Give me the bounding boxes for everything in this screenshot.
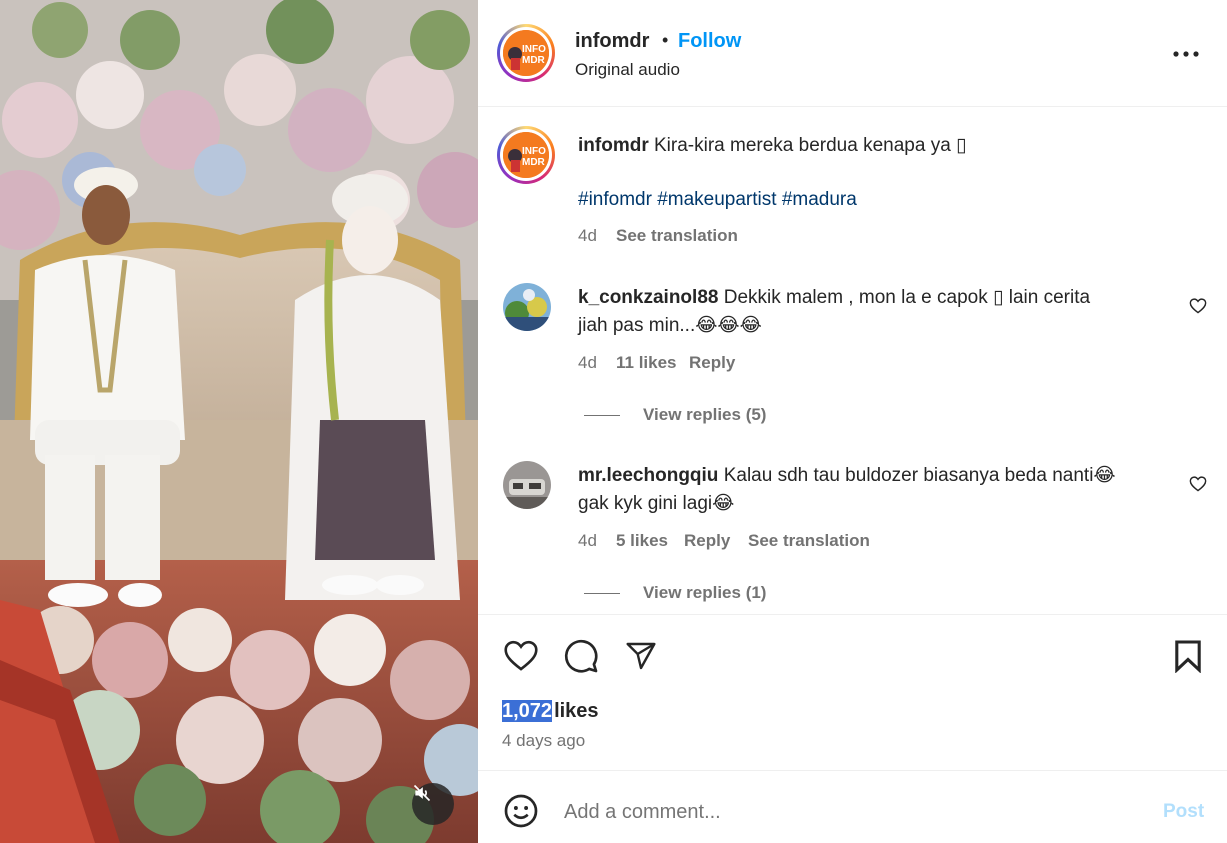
caption-hashtags: #infomdr #makeupartist #madura — [578, 189, 857, 211]
post-media-video[interactable] — [0, 0, 478, 843]
replies-divider-line — [584, 415, 620, 416]
comment-button[interactable] — [560, 636, 602, 676]
infomdr-logo: INFO MDR — [503, 132, 549, 178]
replies-divider-line — [584, 593, 620, 594]
logo-text-bottom: MDR — [522, 55, 546, 66]
comment-text-row: k_conkzainol88 Dekkik malem , mon la e c… — [578, 286, 1090, 309]
post-date[interactable]: 4 days ago — [502, 731, 585, 751]
comment-text-row: mr.leechongqiu Kalau sdh tau buldozer bi… — [578, 464, 1116, 487]
hashtag-link[interactable]: #madura — [782, 189, 857, 210]
comments-divider — [478, 614, 1227, 615]
header-divider — [478, 106, 1227, 107]
heart-icon — [1189, 298, 1207, 314]
comment-see-translation[interactable]: See translation — [748, 531, 870, 551]
save-button[interactable] — [1168, 636, 1208, 676]
infomdr-logo: INFO MDR — [503, 30, 549, 76]
heart-icon — [1189, 476, 1207, 492]
comment-like-button[interactable] — [1186, 472, 1210, 496]
comment-text: Dekkik malem , mon la e capok ▯ lain cer… — [723, 287, 1091, 308]
comment-like-button[interactable] — [1186, 294, 1210, 318]
comment-likes-count[interactable]: 5 likes — [616, 531, 668, 551]
logo-text-top: INFO — [522, 146, 546, 157]
emoji-button[interactable] — [500, 790, 542, 832]
comment-likes-count[interactable]: 11 likes — [616, 353, 677, 373]
header-dot-separator: • — [662, 30, 669, 50]
view-replies-button[interactable]: View replies (5) — [643, 405, 766, 425]
caption-author-avatar[interactable]: INFO MDR — [497, 126, 555, 184]
follow-button[interactable]: Follow — [678, 30, 741, 53]
caption-see-translation[interactable]: See translation — [616, 226, 738, 246]
author-avatar[interactable]: INFO MDR — [497, 24, 555, 82]
heart-icon — [504, 640, 538, 671]
muted-speaker-icon — [413, 784, 431, 802]
comment-username[interactable]: k_conkzainol88 — [578, 287, 718, 308]
comment-icon — [564, 639, 598, 673]
likes-summary[interactable]: 1,072 likes — [502, 700, 599, 723]
hashtag-link[interactable]: #infomdr — [578, 189, 652, 210]
view-replies-button[interactable]: View replies (1) — [643, 583, 766, 603]
mute-toggle-button[interactable] — [412, 783, 454, 825]
caption-timestamp[interactable]: 4d — [578, 226, 597, 246]
comment-text-continued: gak kyk gini lagi😂 — [578, 493, 735, 514]
likes-label: likes — [554, 700, 599, 722]
caption-text-row: infomdr Kira-kira mereka berdua kenapa y… — [578, 134, 967, 157]
audio-label[interactable]: Original audio — [575, 60, 680, 80]
bookmark-icon — [1175, 640, 1201, 673]
comment-input[interactable] — [562, 795, 1126, 829]
send-icon — [626, 642, 656, 670]
logo-text-top: INFO — [522, 44, 546, 55]
composer-divider — [478, 770, 1227, 771]
author-username[interactable]: infomdr — [575, 30, 649, 53]
comment-timestamp[interactable]: 4d — [578, 531, 597, 551]
like-button[interactable] — [500, 636, 542, 676]
comment-text-continued: jiah pas min...😂😂😂 — [578, 315, 762, 336]
video-frame-illustration — [0, 0, 478, 843]
likes-count[interactable]: 1,072 — [502, 700, 553, 722]
comment-username[interactable]: mr.leechongqiu — [578, 465, 718, 486]
more-horizontal-icon — [1173, 51, 1199, 57]
smiley-icon — [504, 794, 538, 828]
logo-text-bottom: MDR — [522, 157, 546, 168]
comment-reply-button[interactable]: Reply — [689, 353, 735, 373]
commenter-avatar[interactable] — [503, 461, 551, 509]
caption-text: Kira-kira mereka berdua kenapa ya ▯ — [654, 135, 967, 156]
caption-username[interactable]: infomdr — [578, 135, 649, 156]
comment-text: Kalau sdh tau buldozer biasanya beda nan… — [723, 465, 1116, 486]
post-comment-button[interactable]: Post — [1163, 801, 1204, 823]
commenter-avatar[interactable] — [503, 283, 551, 331]
comment-timestamp[interactable]: 4d — [578, 353, 597, 373]
post-details-panel: INFO MDR infomdr • Follow Original audio… — [478, 0, 1227, 843]
hashtag-link[interactable]: #makeupartist — [657, 189, 776, 210]
comment-reply-button[interactable]: Reply — [684, 531, 730, 551]
share-button[interactable] — [620, 636, 662, 676]
more-options-button[interactable] — [1168, 40, 1204, 68]
